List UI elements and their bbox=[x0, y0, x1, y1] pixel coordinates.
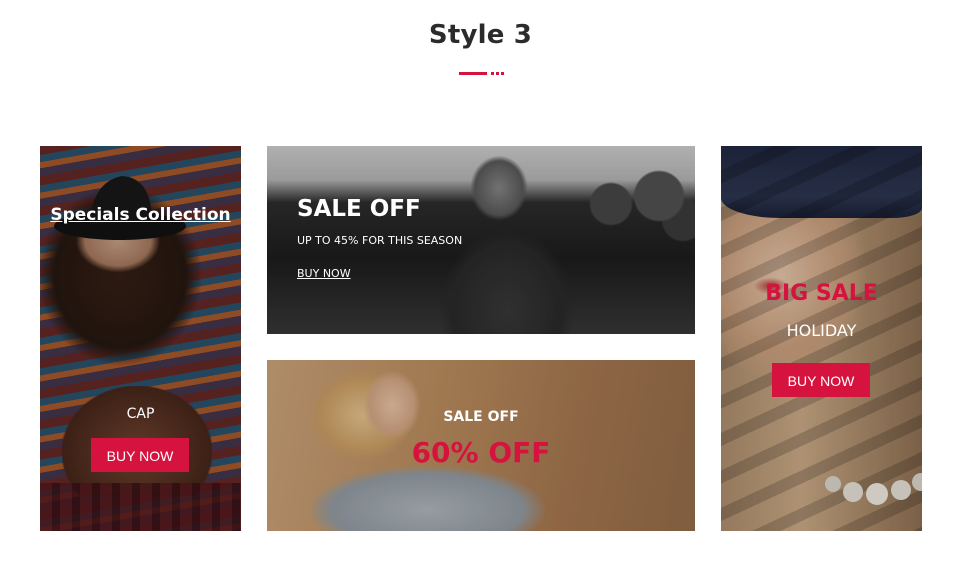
sale-off-label: SALE OFF bbox=[443, 409, 519, 425]
banner-sale-off[interactable]: SALE OFF UP TO 45% FOR THIS SEASON BUY N… bbox=[267, 146, 695, 334]
cap-label: CAP bbox=[126, 406, 155, 422]
section-title: Style 3 bbox=[428, 20, 533, 50]
top-buy-now-link[interactable]: BUY NOW bbox=[297, 267, 351, 280]
specials-collection-link[interactable]: Specials Collection bbox=[40, 204, 241, 226]
banner-60-off[interactable]: SALE OFF 60% OFF bbox=[267, 360, 695, 531]
sale-off-subtitle: UP TO 45% FOR THIS SEASON bbox=[297, 234, 463, 247]
right-buy-now-button[interactable]: BUY NOW bbox=[772, 363, 870, 397]
discount-headline: 60% OFF bbox=[411, 436, 551, 469]
holiday-subtitle: HOLIDAY bbox=[786, 321, 857, 340]
left-buy-now-button[interactable]: BUY NOW bbox=[91, 438, 189, 472]
banner-specials-collection[interactable]: Specials Collection CAP BUY NOW bbox=[40, 146, 241, 531]
sale-off-title: SALE OFF bbox=[297, 196, 421, 222]
title-divider bbox=[459, 72, 505, 75]
banner-big-sale[interactable]: BIG SALE HOLIDAY BUY NOW bbox=[721, 146, 922, 531]
big-sale-title: BIG SALE bbox=[765, 281, 878, 306]
